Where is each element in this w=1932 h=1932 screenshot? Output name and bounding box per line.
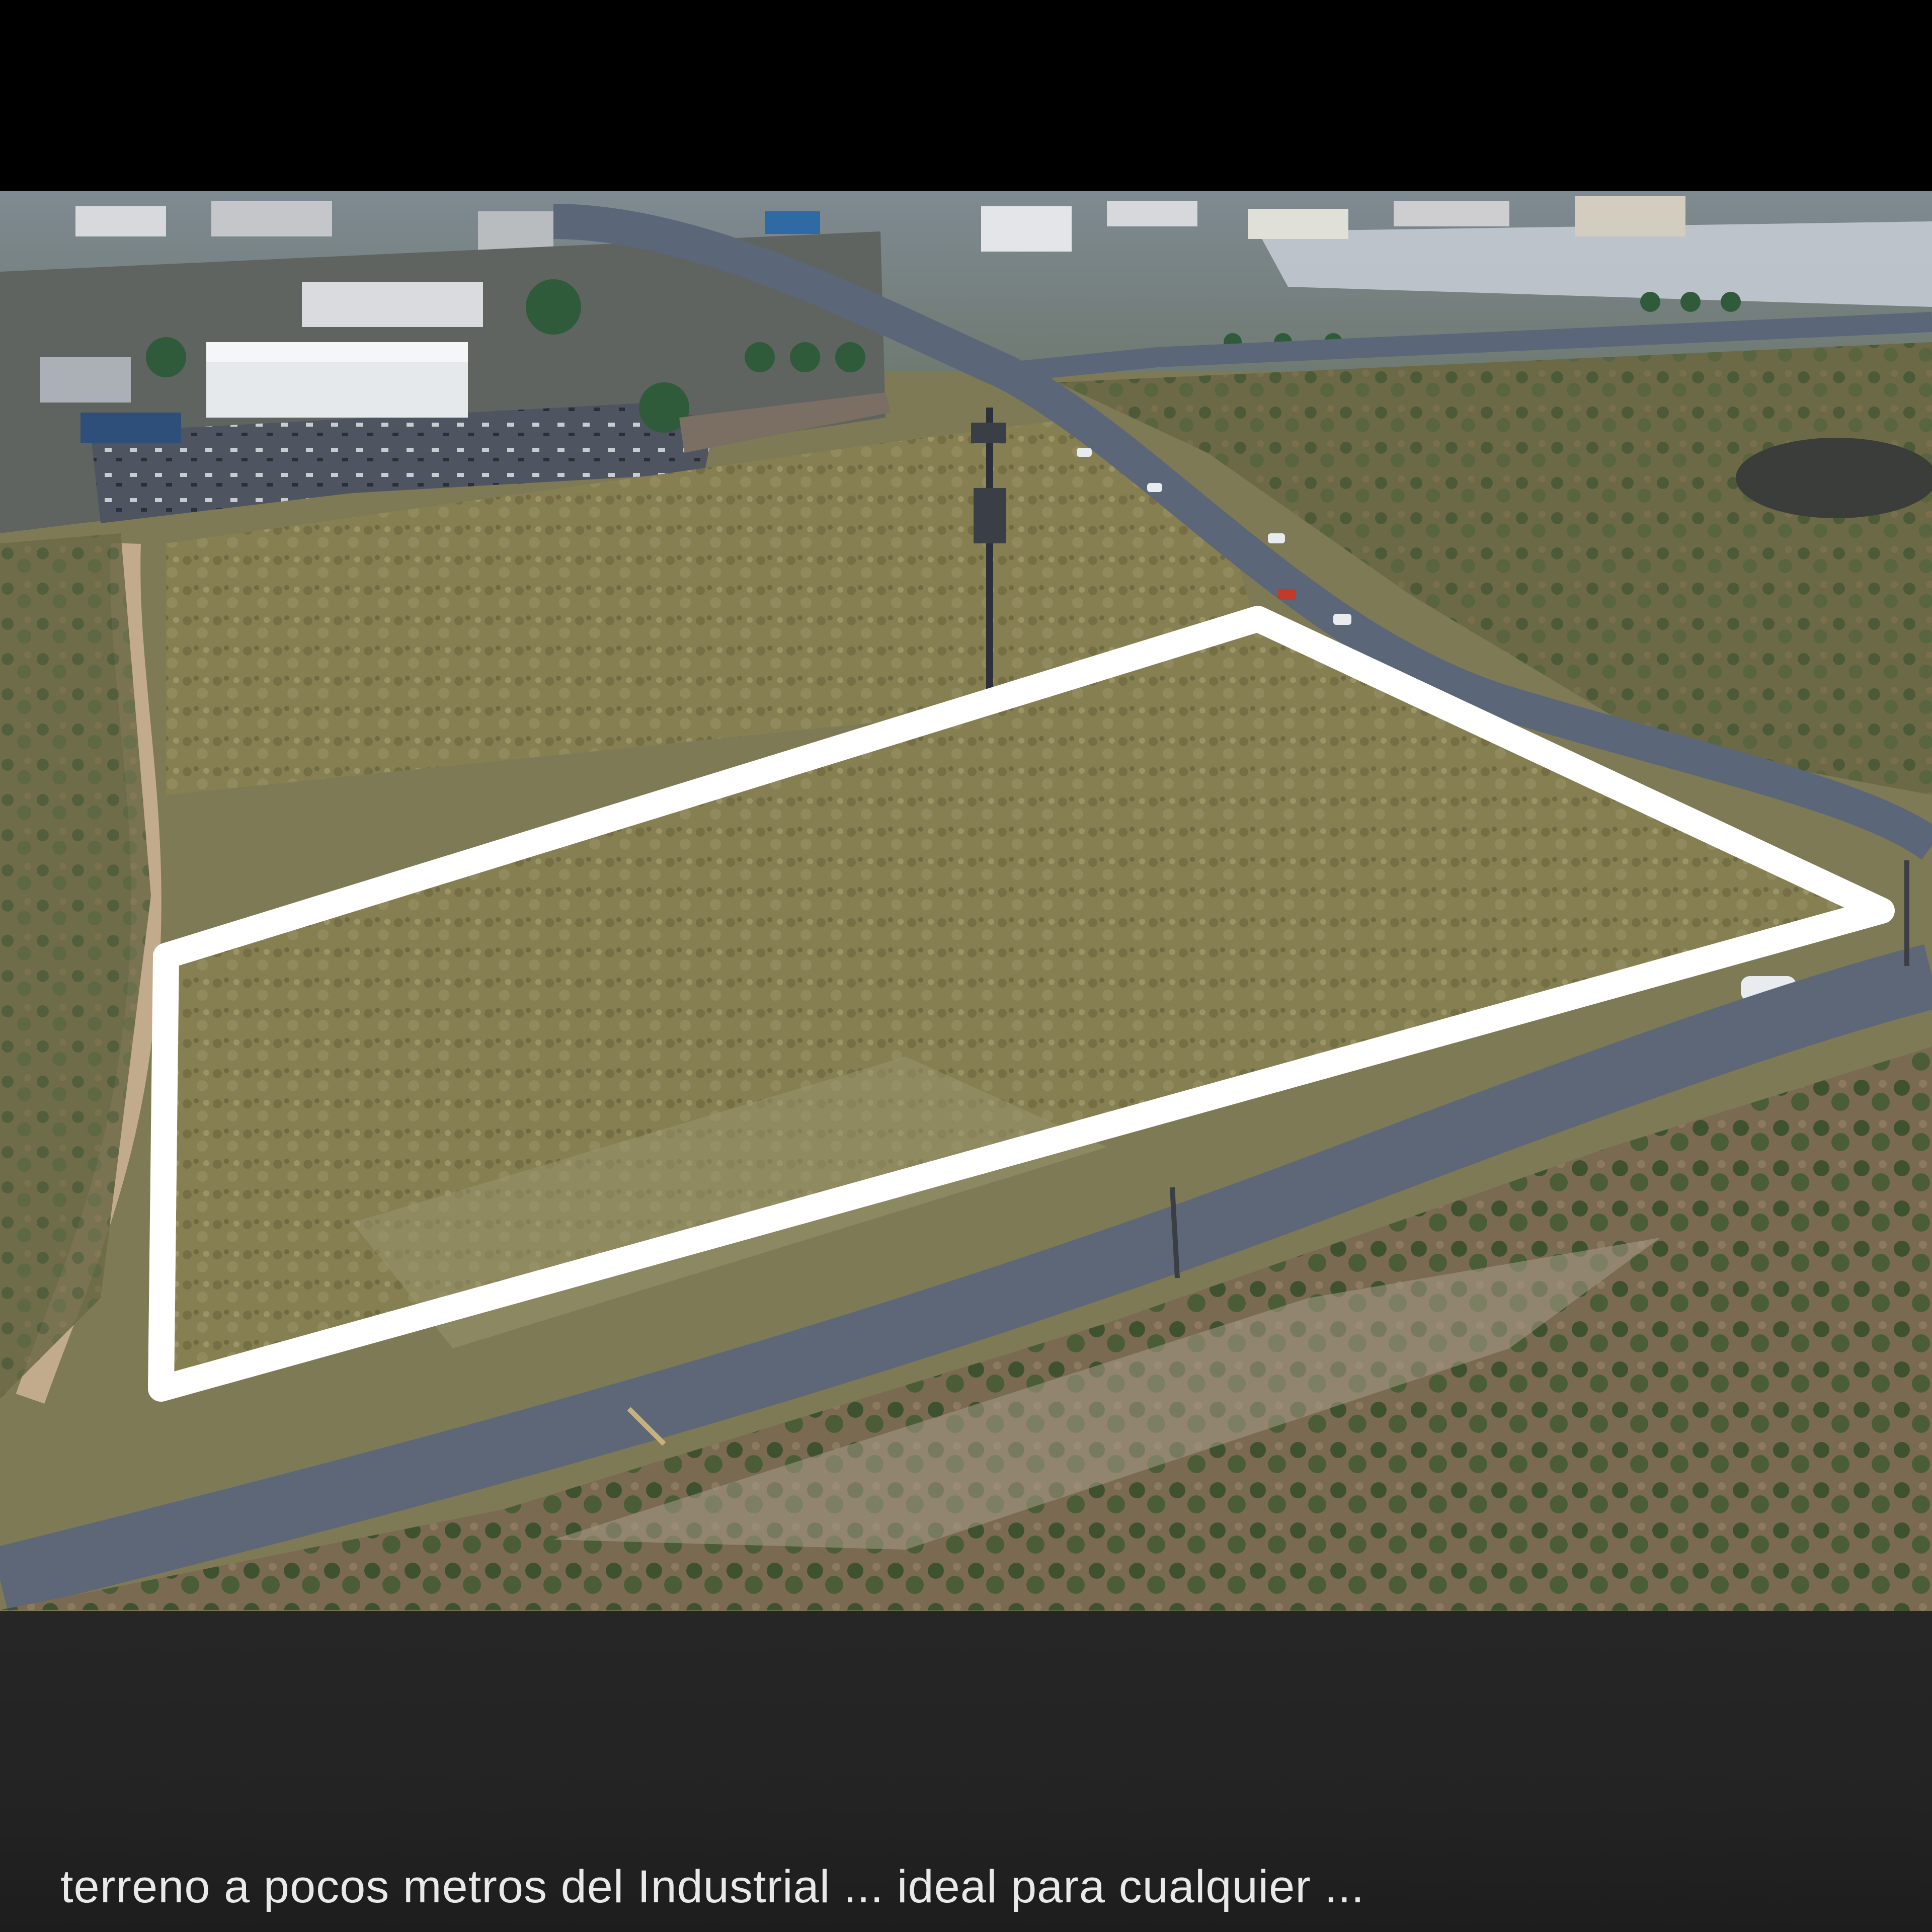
top-letterbox bbox=[0, 0, 1932, 191]
rock-pile bbox=[1736, 438, 1932, 518]
caption-text: terreno a pocos metros del Industrial ..… bbox=[60, 1861, 1365, 1912]
aerial-photo bbox=[0, 191, 1932, 1611]
